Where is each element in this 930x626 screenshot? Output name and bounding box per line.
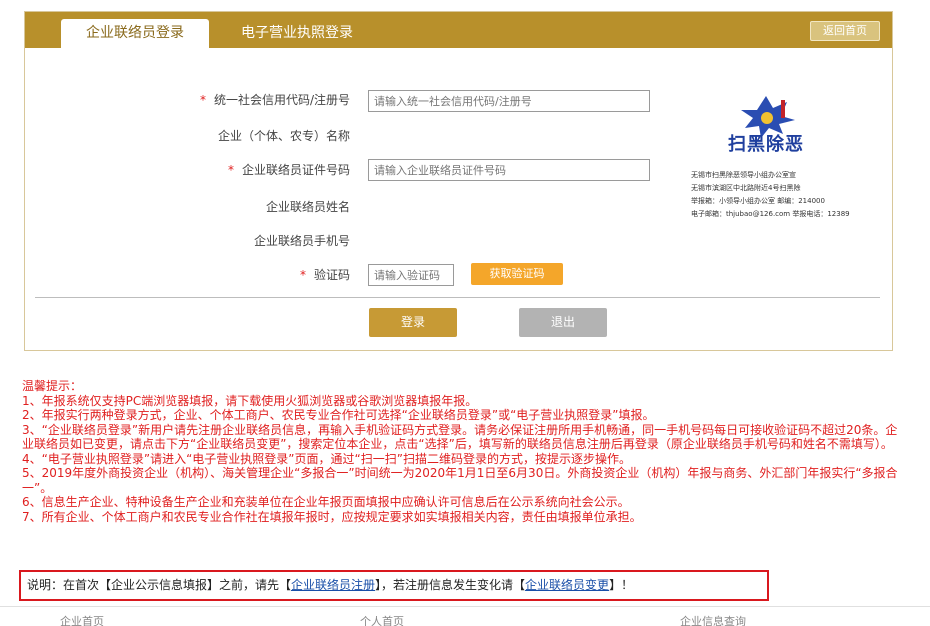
badge-title: 扫黑除恶 bbox=[728, 134, 804, 155]
footer-link[interactable]: 企业信息查询 bbox=[680, 613, 746, 626]
footer-link[interactable]: 企业首页 bbox=[60, 613, 104, 626]
login-panel: 企业联络员登录 电子营业执照登录 返回首页 *统一社会信用代码/注册号 企业（个… bbox=[24, 11, 893, 351]
tab-electronic-license-login[interactable]: 电子营业执照登录 bbox=[217, 19, 377, 48]
contact-register-link[interactable]: 企业联络员注册 bbox=[291, 578, 375, 592]
notice-section: 温馨提示： 1、年报系统仅支持PC端浏览器填报，请下载使用火狐浏览器或谷歌浏览器… bbox=[22, 379, 898, 524]
required-mark: * bbox=[299, 268, 306, 282]
form-divider bbox=[35, 297, 880, 298]
footer-nav: 企业首页 个人首页 企业信息查询 bbox=[0, 606, 930, 626]
contact-id-label: * 企业联络员证件号码 bbox=[227, 163, 350, 177]
notice-item: 5、2019年度外商投资企业（机构）、海关管理企业“多报合一”时间统一为2020… bbox=[22, 466, 898, 495]
captcha-input[interactable] bbox=[368, 264, 454, 286]
contact-name-label: 企业联络员姓名 bbox=[265, 200, 350, 214]
tab-contact-login[interactable]: 企业联络员登录 bbox=[61, 19, 209, 48]
notice-title: 温馨提示： bbox=[22, 379, 83, 393]
notice-item: 1、年报系统仅支持PC端浏览器填报，请下载使用火狐浏览器或谷歌浏览器填报年报。 bbox=[22, 393, 478, 408]
notice-item: 3、“企业联络员登录”新用户请先注册企业联络员信息，再输入手机验证码方式登录。请… bbox=[22, 422, 898, 452]
footer-link[interactable]: 个人首页 bbox=[360, 613, 404, 626]
credit-code-label: * 统一社会信用代码/注册号 bbox=[199, 93, 350, 107]
required-mark: * bbox=[227, 163, 234, 177]
credit-code-input[interactable] bbox=[368, 90, 650, 112]
notice-item: 6、信息生产企业、特种设备生产企业和充装单位在企业年报页面填报中应确认许可信息后… bbox=[22, 495, 630, 509]
company-name-label: 企业（个体、农专）名称 bbox=[217, 129, 350, 143]
notice-item: 7、所有企业、个体工商户和农民专业合作社在填报年报时，应按规定要求如实填报相关内… bbox=[22, 509, 642, 524]
badge-info: 无锡市扫黑除恶领导小组办公室宣 无锡市滨湖区中北路附近4号扫黑除 举报箱：小领导… bbox=[691, 171, 850, 218]
captcha-label: * 验证码 bbox=[299, 268, 350, 282]
home-button[interactable]: 返回首页 bbox=[810, 21, 880, 41]
explain-box: 说明：在首次【企业公示信息填报】之前，请先【企业联络员注册】，若注册信息发生变化… bbox=[19, 570, 769, 601]
tab-bar: 企业联络员登录 电子营业执照登录 返回首页 bbox=[25, 12, 892, 48]
contact-change-link[interactable]: 企业联络员变更 bbox=[525, 578, 609, 592]
required-mark: * bbox=[199, 93, 206, 107]
anti-crime-badge: 扫黑除恶 bbox=[721, 92, 811, 162]
contact-phone-label: 企业联络员手机号 bbox=[253, 234, 350, 248]
explain-middle: 】，若注册信息发生变化请【 bbox=[375, 578, 526, 592]
explain-prefix: 说明：在首次【企业公示信息填报】之前，请先【 bbox=[27, 578, 292, 592]
contact-id-input[interactable] bbox=[368, 159, 650, 181]
notice-item: 2、年报实行两种登录方式，企业、个体工商户、农民专业合作社可选择“企业联络员登录… bbox=[22, 408, 655, 422]
get-captcha-button[interactable]: 获取验证码 bbox=[471, 263, 563, 285]
login-button[interactable]: 登录 bbox=[369, 308, 457, 337]
notice-item: 4、“电子营业执照登录”请进入“电子营业执照登录”页面，通过“扫一扫”扫描二维码… bbox=[22, 451, 631, 466]
exit-button[interactable]: 退出 bbox=[519, 308, 607, 337]
explain-suffix: 】！ bbox=[609, 578, 634, 592]
